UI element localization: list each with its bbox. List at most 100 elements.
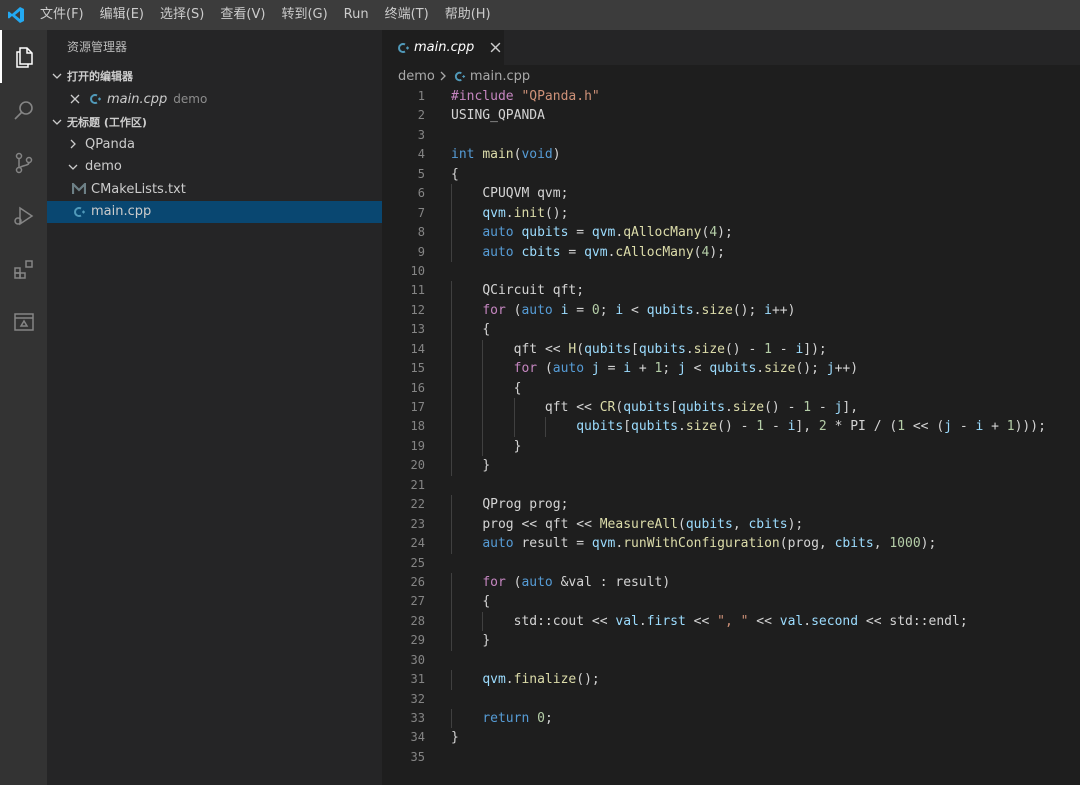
line-number: 3 <box>417 127 425 142</box>
extensions-button[interactable] <box>0 242 47 295</box>
remote-explorer-button[interactable] <box>0 295 47 348</box>
code-line[interactable]: 15 for (auto j = i + 1; j < qubits.size(… <box>382 359 1080 379</box>
code-line[interactable]: 33 return 0; <box>382 709 1080 729</box>
code-line[interactable]: 34} <box>382 728 1080 747</box>
line-code: auto result = qvm.runWithConfiguration(p… <box>451 534 936 554</box>
chevron-down-icon <box>47 71 67 81</box>
indent-guide <box>545 417 547 437</box>
menu-edit[interactable]: 编辑(E) <box>92 0 152 30</box>
code-line[interactable]: 14 qft << H(qubits[qubits.size() - 1 - i… <box>382 339 1080 360</box>
open-editor-folder: demo <box>173 92 208 106</box>
code-line[interactable]: 11 QCircuit qft; <box>382 281 1080 301</box>
tab-main-cpp[interactable]: main.cpp <box>382 30 504 65</box>
cpp-file-icon <box>71 205 87 219</box>
chevron-right-icon <box>65 139 81 149</box>
code-line[interactable]: 18 qubits[qubits.size() - 1 - i], 2 * PI… <box>382 417 1080 437</box>
code-line[interactable]: 28 std::cout << val.first << ", " << val… <box>382 611 1080 632</box>
line-number: 2 <box>417 108 425 123</box>
menu-terminal[interactable]: 终端(T) <box>377 0 437 30</box>
run-debug-icon <box>13 206 33 225</box>
menu-view[interactable]: 查看(V) <box>212 0 273 30</box>
code-line[interactable]: 10 <box>382 262 1080 281</box>
code-line[interactable]: 8 auto qubits = qvm.qAllocMany(4); <box>382 223 1080 243</box>
code-line[interactable]: 24 auto result = qvm.runWithConfiguratio… <box>382 534 1080 554</box>
indent-guide <box>482 436 484 457</box>
sidebar-title: 资源管理器 <box>67 40 128 54</box>
code-line[interactable]: 12 for (auto i = 0; i < qubits.size(); i… <box>382 300 1080 321</box>
indent-guide <box>451 436 452 457</box>
indent-guide <box>451 592 452 612</box>
code-line[interactable]: 5{ <box>382 165 1080 184</box>
menu-run[interactable]: Run <box>336 0 377 30</box>
line-code: USING_QPANDA <box>451 108 545 124</box>
indent-guide <box>451 572 452 593</box>
code-line[interactable]: 3 <box>382 126 1080 145</box>
explorer-button[interactable] <box>0 30 47 83</box>
line-code: { <box>451 592 490 612</box>
close-icon[interactable] <box>490 42 501 53</box>
indent-guide <box>451 417 452 437</box>
code-line[interactable]: 17 qft << CR(qubits[qubits.size() - 1 - … <box>382 398 1080 418</box>
menu-selection[interactable]: 选择(S) <box>152 0 212 30</box>
code-line[interactable]: 4 int main(void) <box>382 145 1080 164</box>
code-editor[interactable]: 1 #include "QPanda.h" 2 USING_QPANDA 3 4 int m… <box>382 87 1080 767</box>
code-line[interactable]: 32 <box>382 690 1080 709</box>
open-editors-header[interactable]: 打开的编辑器 <box>47 65 382 87</box>
activity-bar <box>0 30 47 785</box>
line-number: 27 <box>410 594 425 609</box>
close-icon[interactable] <box>67 94 83 104</box>
code-line[interactable]: 31 qvm.finalize(); <box>382 670 1080 690</box>
breadcrumb-file-label: main.cpp <box>469 68 531 84</box>
line-number: 4 <box>417 147 425 162</box>
workspace-header[interactable]: 无标题 (工作区) <box>47 111 382 133</box>
source-control-button[interactable] <box>0 136 47 189</box>
extensions-icon <box>13 259 33 279</box>
code-line[interactable]: 27 { <box>382 592 1080 612</box>
menu-go[interactable]: 转到(G) <box>273 0 335 30</box>
code-line[interactable]: 16 { <box>382 378 1080 398</box>
code-line[interactable]: 9 auto cbits = qvm.cAllocMany(4); <box>382 242 1080 262</box>
open-editor-item[interactable]: main.cpp demo <box>47 87 382 111</box>
code-line[interactable]: 13 { <box>382 320 1080 340</box>
indent-guide <box>482 417 484 437</box>
line-number: 6 <box>417 186 425 201</box>
code-line[interactable]: 20 } <box>382 456 1080 476</box>
indent-guide <box>451 514 452 535</box>
search-button[interactable] <box>0 83 47 136</box>
line-code: qft << CR(qubits[qubits.size() - 1 - j], <box>451 398 858 418</box>
tree-item-cmakelists[interactable]: CMakeLists.txt <box>47 178 382 201</box>
code-line[interactable]: 25 <box>382 554 1080 573</box>
code-line[interactable]: 2 USING_QPANDA <box>382 106 1080 125</box>
code-line[interactable]: 35 <box>382 748 1080 767</box>
run-debug-button[interactable] <box>0 189 47 242</box>
breadcrumb-file[interactable]: main.cpp <box>453 69 530 84</box>
breadcrumb-folder[interactable]: demo <box>398 69 435 84</box>
tree-item-main-cpp[interactable]: main.cpp <box>47 200 382 223</box>
code-line[interactable]: 7 qvm.init(); <box>382 203 1080 224</box>
code-line[interactable]: 23 prog << qft << MeasureAll(qubits, cbi… <box>382 514 1080 535</box>
chevron-down-icon <box>65 162 81 172</box>
code-line[interactable]: 30 <box>382 651 1080 670</box>
indent-guide <box>482 339 484 360</box>
code-line[interactable]: 1 #include "QPanda.h" <box>382 87 1080 106</box>
tree-item-label: demo <box>85 159 122 175</box>
indent-guide <box>451 456 452 476</box>
tree-item-demo[interactable]: demo <box>47 156 382 179</box>
line-code: { <box>451 320 490 340</box>
code-line[interactable]: 22 QProg prog; <box>382 495 1080 515</box>
code-line[interactable]: 21 <box>382 476 1080 495</box>
line-number: 20 <box>410 458 425 473</box>
code-line[interactable]: 19 } <box>382 436 1080 457</box>
code-line[interactable]: 6 CPUQVM qvm; <box>382 184 1080 204</box>
indent-guide <box>451 631 452 651</box>
indent-guide <box>451 300 452 321</box>
code-line[interactable]: 29 } <box>382 631 1080 651</box>
line-number: 13 <box>410 322 425 337</box>
code-line[interactable]: 26 for (auto &val : result) <box>382 572 1080 593</box>
menu-help[interactable]: 帮助(H) <box>437 0 499 30</box>
line-code: qft << H(qubits[qubits.size() - 1 - i]); <box>451 339 827 360</box>
menu-file[interactable]: 文件(F) <box>32 0 92 30</box>
tree-item-qpanda[interactable]: QPanda <box>47 133 382 156</box>
indent-guide <box>451 709 452 729</box>
indent-guide <box>451 203 452 224</box>
